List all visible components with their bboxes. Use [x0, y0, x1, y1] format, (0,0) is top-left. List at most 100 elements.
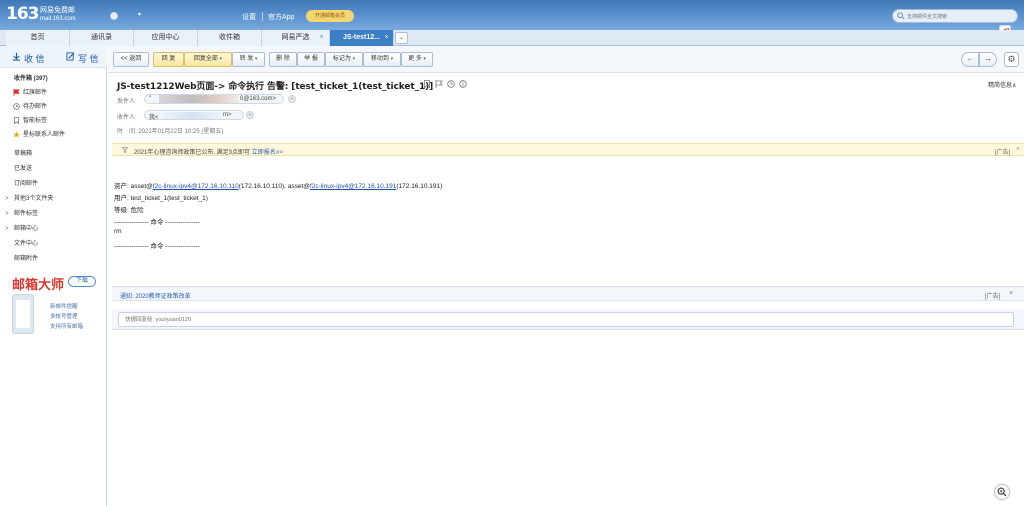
quick-reply-input[interactable]	[118, 312, 1014, 327]
tab-contacts[interactable]: 通讯录	[70, 30, 134, 46]
logo-text: 网易免费邮	[40, 7, 75, 14]
prev-mail-button[interactable]: ←	[961, 52, 979, 67]
asset-2-ip: (172.16.10.191)	[396, 183, 443, 190]
notice-banner[interactable]: 通知: 2020教师证政策改革 [广告] ×	[112, 286, 1024, 301]
funnel-icon	[122, 147, 128, 153]
sidebar-item-other-folders[interactable]: > 其他3个文件夹	[0, 192, 107, 206]
receive-button[interactable]: 收 信	[24, 52, 45, 65]
promo-feature: 多帐号管理	[50, 314, 78, 320]
ad-banner[interactable]: 2021年心理咨询师政策已公布, 满足3点即可 立即报名>> [广告] ×	[112, 143, 1024, 156]
main-panel: << 返回 回 复 回复全部 ▾ 转 发 ▾ 删 除 举 报 标记为 ▾ 移动到…	[108, 46, 1024, 506]
report-button[interactable]: 举 报	[297, 52, 325, 67]
tab-home[interactable]: 首页	[6, 30, 70, 46]
vip-badge[interactable]: 开通邮箱会员	[306, 10, 354, 22]
sidebar-item-label: 草稿箱	[14, 151, 33, 157]
sidebar-item-starred-contacts[interactable]: 星标联系人邮件	[0, 128, 107, 142]
sender-label: 发件人:	[117, 99, 137, 105]
mark-as-button[interactable]: 标记为 ▾	[325, 52, 363, 67]
sidebar-item-label: 其他3个文件夹	[14, 196, 54, 202]
logo[interactable]: 163 网易免费邮 mail.163.com	[6, 5, 76, 23]
close-icon[interactable]: ×	[1016, 146, 1020, 153]
notice-text[interactable]: 通知: 2020教师证政策改革	[120, 291, 191, 300]
recipient-email: m>	[223, 112, 232, 118]
tab-more-chevron-icon[interactable]: ⌄	[395, 32, 408, 44]
redacted-recipient	[163, 112, 221, 119]
redacted-sender	[159, 95, 239, 103]
chevron-down-icon: ▾	[352, 56, 356, 62]
sidebar-item-inbox[interactable]: 收件箱 (397)	[0, 72, 107, 86]
asset-1-link[interactable]: f2c-linux-ipv4@172.16.10.110	[153, 183, 239, 190]
official-app-link[interactable]: 官方App	[268, 12, 294, 22]
subject-actions	[423, 80, 467, 90]
sidebar-item-drafts[interactable]: 草稿箱	[0, 147, 107, 161]
tab-app-center[interactable]: 应用中心	[134, 30, 198, 46]
tag-icon	[13, 117, 20, 124]
close-icon[interactable]: ×	[1009, 290, 1013, 297]
expand-recipient-icon[interactable]: +	[246, 111, 254, 119]
search-box[interactable]	[892, 9, 1018, 23]
clock-icon[interactable]	[447, 80, 455, 88]
bookmark-icon[interactable]	[423, 80, 431, 89]
sidebar-item-label: 待办邮件	[23, 104, 48, 110]
clock-icon	[13, 103, 20, 110]
phone-icon	[12, 294, 34, 334]
more-button[interactable]: 更 多 ▾	[401, 52, 433, 67]
tab-close-icon[interactable]: ×	[317, 30, 326, 46]
reply-button[interactable]: 回 复	[153, 52, 184, 67]
back-button[interactable]: << 返回	[113, 52, 149, 67]
search-icon	[897, 12, 905, 20]
sidebar-item-todo[interactable]: 待办邮件	[0, 100, 107, 114]
mail-master-promo[interactable]: 邮箱大师 下载 新邮件提醒 多帐号管理 支持所有邮箱	[12, 274, 96, 334]
info-icon[interactable]	[459, 80, 467, 88]
sidebar-item-file-center[interactable]: 文件中心	[0, 237, 107, 251]
forward-button[interactable]: 转 发 ▾	[232, 52, 265, 67]
sidebar-item-attachments[interactable]: 邮箱附件	[0, 252, 107, 266]
sidebar-item-smart-tags[interactable]: 智能标签	[0, 114, 107, 128]
move-to-button[interactable]: 移动到 ▾	[363, 52, 401, 67]
sidebar-item-label: 邮箱附件	[14, 256, 39, 262]
command-text: rm	[114, 228, 122, 235]
search-input[interactable]	[907, 11, 1013, 22]
recipient-label: 收件人:	[117, 115, 137, 121]
flag-icon[interactable]	[435, 80, 443, 88]
gear-icon[interactable]: ⚙	[1004, 52, 1019, 67]
sidebar-item-mail-center[interactable]: > 邮箱中心	[0, 222, 107, 236]
email-subject: JS-test1212Web页面-> 命令执行 告警: [test_ticket…	[117, 82, 434, 92]
sidebar-item-label: 已发送	[14, 166, 33, 172]
sender-email: 0@163.com>	[240, 96, 276, 102]
delete-button[interactable]: 删 除	[269, 52, 297, 67]
sidebar-item-label: 智能标签	[23, 118, 48, 124]
reply-all-button[interactable]: 回复全部 ▾	[184, 52, 232, 67]
command-divider: ---------------- 命令 ----------------	[114, 219, 200, 226]
chevron-down-icon: ▾	[254, 56, 258, 62]
compose-button[interactable]: 写 信	[78, 52, 99, 65]
download-button[interactable]: 下载	[68, 276, 96, 287]
mark-as-label: 标记为	[332, 56, 351, 62]
next-mail-button[interactable]: →	[979, 52, 997, 67]
sender-pill[interactable]: " 0@163.com>	[144, 94, 284, 104]
asset-2-link[interactable]: f2c-linux-ipv4@172.16.10.191	[310, 183, 396, 190]
sidebar-item-mail-tags[interactable]: > 邮件标签	[0, 207, 107, 221]
compact-info-link[interactable]: 精简信息∧	[988, 80, 1016, 89]
zoom-icon[interactable]	[994, 484, 1010, 500]
user-account-menu[interactable]: ▾	[108, 11, 228, 21]
tab-close-icon[interactable]: ×	[382, 30, 391, 46]
tab-inbox[interactable]: 收件箱	[198, 30, 262, 46]
sidebar-item-label: 红旗邮件	[23, 90, 48, 96]
promo-feature: 新邮件提醒	[50, 304, 78, 310]
user-line: 用户: test_ticket_1(test_ticket_1)	[114, 195, 208, 202]
expand-sender-icon[interactable]: +	[288, 95, 296, 103]
compose-row: 收 信 写 信	[0, 46, 107, 68]
recipient-pill[interactable]: 我< m>	[144, 110, 244, 121]
chevron-down-icon: ▾	[423, 56, 426, 62]
mail-toolbar: << 返回 回 复 回复全部 ▾ 转 发 ▾ 删 除 举 报 标记为 ▾ 移动到…	[108, 46, 1024, 73]
reply-all-label: 回复全部	[193, 56, 218, 62]
star-icon	[13, 131, 20, 138]
chevron-right-icon: >	[5, 226, 9, 232]
sidebar-item-sent[interactable]: 已发送	[0, 162, 107, 176]
sidebar-item-red-flag[interactable]: 红旗邮件	[0, 86, 107, 100]
sidebar-item-label: 星标联系人邮件	[23, 132, 66, 138]
sidebar-item-subscriptions[interactable]: 订阅邮件	[0, 177, 107, 191]
settings-link[interactable]: 设置	[242, 12, 256, 22]
ad-signup-link[interactable]: 立即报名>>	[252, 150, 283, 156]
